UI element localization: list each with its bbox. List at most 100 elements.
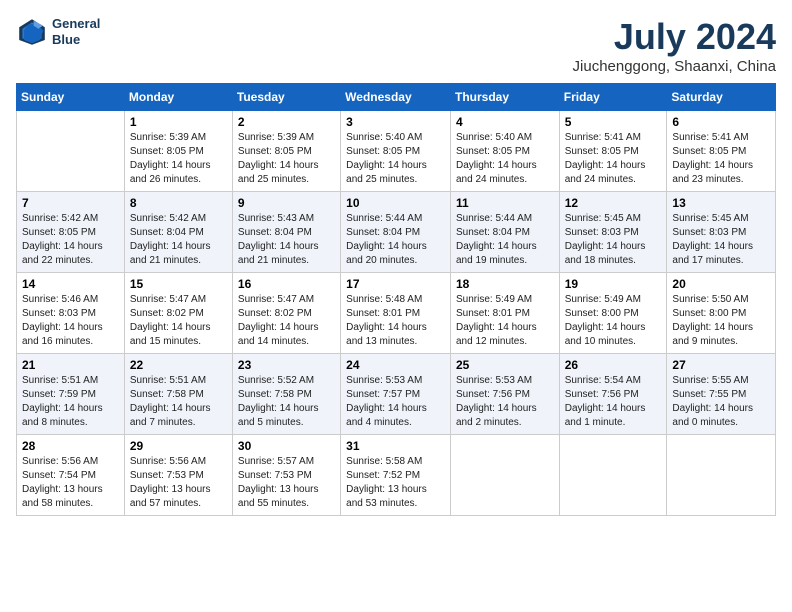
location-title: Jiuchenggong, Shaanxi, China: [573, 58, 776, 75]
day-info: Sunrise: 5:42 AM Sunset: 8:04 PM Dayligh…: [130, 212, 227, 268]
day-info: Sunrise: 5:39 AM Sunset: 8:05 PM Dayligh…: [130, 131, 227, 187]
title-block: July 2024 Jiuchenggong, Shaanxi, China: [573, 16, 776, 75]
day-info: Sunrise: 5:47 AM Sunset: 8:02 PM Dayligh…: [130, 293, 227, 349]
column-header-sunday: Sunday: [17, 84, 125, 111]
column-header-wednesday: Wednesday: [341, 84, 451, 111]
day-number: 21: [22, 358, 119, 372]
calendar-cell: [667, 435, 776, 516]
calendar-cell: 22Sunrise: 5:51 AM Sunset: 7:58 PM Dayli…: [124, 354, 232, 435]
day-info: Sunrise: 5:58 AM Sunset: 7:52 PM Dayligh…: [346, 455, 445, 511]
calendar-cell: 11 Sunrise: 5:44 AM Sunset: 8:04 PM Dayli…: [450, 192, 559, 273]
day-info: Sunrise: 5:44 AM Sunset: 8:04 PM Dayligh…: [456, 212, 554, 268]
calendar-cell: 31 Sunrise: 5:58 AM Sunset: 7:52 PM Dayli…: [341, 435, 451, 516]
day-number: 7: [22, 196, 119, 210]
calendar-cell: 3Sunrise: 5:40 AM Sunset: 8:05 PM Daylig…: [341, 111, 451, 192]
day-number: 14: [22, 277, 119, 291]
logo-line2: Blue: [52, 32, 80, 47]
calendar-cell: 8Sunrise: 5:42 AM Sunset: 8:04 PM Daylig…: [124, 192, 232, 273]
day-number: 16: [238, 277, 335, 291]
day-number: 2: [238, 115, 335, 129]
day-info: Sunrise: 5:50 AM Sunset: 8:00 PM Dayligh…: [672, 293, 770, 349]
day-number: 15: [130, 277, 227, 291]
day-number: 9: [238, 196, 335, 210]
calendar-cell: 23 Sunrise: 5:52 AM Sunset: 7:58 PM Dayli…: [232, 354, 340, 435]
day-info: Sunrise: 5:43 AM Sunset: 8:04 PM Dayligh…: [238, 212, 335, 268]
day-number: 10: [346, 196, 445, 210]
day-info: Sunrise: 5:48 AM Sunset: 8:01 PM Dayligh…: [346, 293, 445, 349]
day-number: 12: [565, 196, 662, 210]
calendar-cell: 24 Sunrise: 5:53 AM Sunset: 7:57 PM Dayli…: [341, 354, 451, 435]
calendar-table: SundayMondayTuesdayWednesdayThursdayFrid…: [16, 83, 776, 516]
day-number: 23: [238, 358, 335, 372]
day-number: 26: [565, 358, 662, 372]
day-info: Sunrise: 5:52 AM Sunset: 7:58 PM Dayligh…: [238, 374, 335, 430]
calendar-cell: 16 Sunrise: 5:47 AM Sunset: 8:02 PM Dayli…: [232, 273, 340, 354]
calendar-cell: 10Sunrise: 5:44 AM Sunset: 8:04 PM Dayli…: [341, 192, 451, 273]
calendar-cell: 2 Sunrise: 5:39 AM Sunset: 8:05 PM Daylig…: [232, 111, 340, 192]
day-info: Sunrise: 5:42 AM Sunset: 8:05 PM Dayligh…: [22, 212, 119, 268]
calendar-cell: [559, 435, 667, 516]
day-number: 1: [130, 115, 227, 129]
day-number: 31: [346, 439, 445, 453]
logo: General Blue: [16, 16, 100, 48]
calendar-cell: 13Sunrise: 5:45 AM Sunset: 8:03 PM Dayli…: [667, 192, 776, 273]
calendar-cell: 5Sunrise: 5:41 AM Sunset: 8:05 PM Daylig…: [559, 111, 667, 192]
month-title: July 2024: [573, 16, 776, 58]
logo-text: General Blue: [52, 16, 100, 47]
day-number: 27: [672, 358, 770, 372]
day-info: Sunrise: 5:51 AM Sunset: 7:59 PM Dayligh…: [22, 374, 119, 430]
day-info: Sunrise: 5:46 AM Sunset: 8:03 PM Dayligh…: [22, 293, 119, 349]
week-row-5: 28 Sunrise: 5:56 AM Sunset: 7:54 PM Dayli…: [17, 435, 776, 516]
day-info: Sunrise: 5:39 AM Sunset: 8:05 PM Dayligh…: [238, 131, 335, 187]
day-number: 5: [565, 115, 662, 129]
day-info: Sunrise: 5:56 AM Sunset: 7:54 PM Dayligh…: [22, 455, 119, 511]
day-number: 11: [456, 196, 554, 210]
day-info: Sunrise: 5:49 AM Sunset: 8:01 PM Dayligh…: [456, 293, 554, 349]
day-number: 24: [346, 358, 445, 372]
day-number: 29: [130, 439, 227, 453]
week-row-2: 7 Sunrise: 5:42 AM Sunset: 8:05 PM Daylig…: [17, 192, 776, 273]
day-info: Sunrise: 5:49 AM Sunset: 8:00 PM Dayligh…: [565, 293, 662, 349]
day-number: 6: [672, 115, 770, 129]
calendar-cell: 28 Sunrise: 5:56 AM Sunset: 7:54 PM Dayli…: [17, 435, 125, 516]
day-number: 20: [672, 277, 770, 291]
calendar-cell: 25 Sunrise: 5:53 AM Sunset: 7:56 PM Dayli…: [450, 354, 559, 435]
calendar-cell: 4Sunrise: 5:40 AM Sunset: 8:05 PM Daylig…: [450, 111, 559, 192]
day-number: 4: [456, 115, 554, 129]
calendar-cell: 20 Sunrise: 5:50 AM Sunset: 8:00 PM Dayli…: [667, 273, 776, 354]
day-info: Sunrise: 5:40 AM Sunset: 8:05 PM Dayligh…: [346, 131, 445, 187]
day-info: Sunrise: 5:54 AM Sunset: 7:56 PM Dayligh…: [565, 374, 662, 430]
day-number: 25: [456, 358, 554, 372]
day-info: Sunrise: 5:51 AM Sunset: 7:58 PM Dayligh…: [130, 374, 227, 430]
calendar-cell: 27 Sunrise: 5:55 AM Sunset: 7:55 PM Dayli…: [667, 354, 776, 435]
calendar-cell: 12Sunrise: 5:45 AM Sunset: 8:03 PM Dayli…: [559, 192, 667, 273]
day-info: Sunrise: 5:47 AM Sunset: 8:02 PM Dayligh…: [238, 293, 335, 349]
calendar-cell: 18 Sunrise: 5:49 AM Sunset: 8:01 PM Dayli…: [450, 273, 559, 354]
column-header-tuesday: Tuesday: [232, 84, 340, 111]
calendar-cell: [450, 435, 559, 516]
day-info: Sunrise: 5:53 AM Sunset: 7:56 PM Dayligh…: [456, 374, 554, 430]
day-info: Sunrise: 5:55 AM Sunset: 7:55 PM Dayligh…: [672, 374, 770, 430]
column-headers: SundayMondayTuesdayWednesdayThursdayFrid…: [17, 84, 776, 111]
calendar-cell: [17, 111, 125, 192]
week-row-1: 1 Sunrise: 5:39 AM Sunset: 8:05 PM Daylig…: [17, 111, 776, 192]
day-info: Sunrise: 5:53 AM Sunset: 7:57 PM Dayligh…: [346, 374, 445, 430]
logo-icon: [16, 16, 48, 48]
calendar-cell: 29 Sunrise: 5:56 AM Sunset: 7:53 PM Dayli…: [124, 435, 232, 516]
page-header: General Blue July 2024 Jiuchenggong, Sha…: [16, 16, 776, 75]
column-header-monday: Monday: [124, 84, 232, 111]
calendar-cell: 14 Sunrise: 5:46 AM Sunset: 8:03 PM Dayli…: [17, 273, 125, 354]
week-row-3: 14 Sunrise: 5:46 AM Sunset: 8:03 PM Dayli…: [17, 273, 776, 354]
day-number: 18: [456, 277, 554, 291]
logo-line1: General: [52, 16, 100, 31]
day-info: Sunrise: 5:41 AM Sunset: 8:05 PM Dayligh…: [672, 131, 770, 187]
week-row-4: 21 Sunrise: 5:51 AM Sunset: 7:59 PM Dayli…: [17, 354, 776, 435]
day-number: 28: [22, 439, 119, 453]
day-info: Sunrise: 5:57 AM Sunset: 7:53 PM Dayligh…: [238, 455, 335, 511]
calendar-cell: 7 Sunrise: 5:42 AM Sunset: 8:05 PM Daylig…: [17, 192, 125, 273]
column-header-saturday: Saturday: [667, 84, 776, 111]
day-info: Sunrise: 5:56 AM Sunset: 7:53 PM Dayligh…: [130, 455, 227, 511]
column-header-friday: Friday: [559, 84, 667, 111]
calendar-cell: 30Sunrise: 5:57 AM Sunset: 7:53 PM Dayli…: [232, 435, 340, 516]
calendar-cell: 9 Sunrise: 5:43 AM Sunset: 8:04 PM Daylig…: [232, 192, 340, 273]
